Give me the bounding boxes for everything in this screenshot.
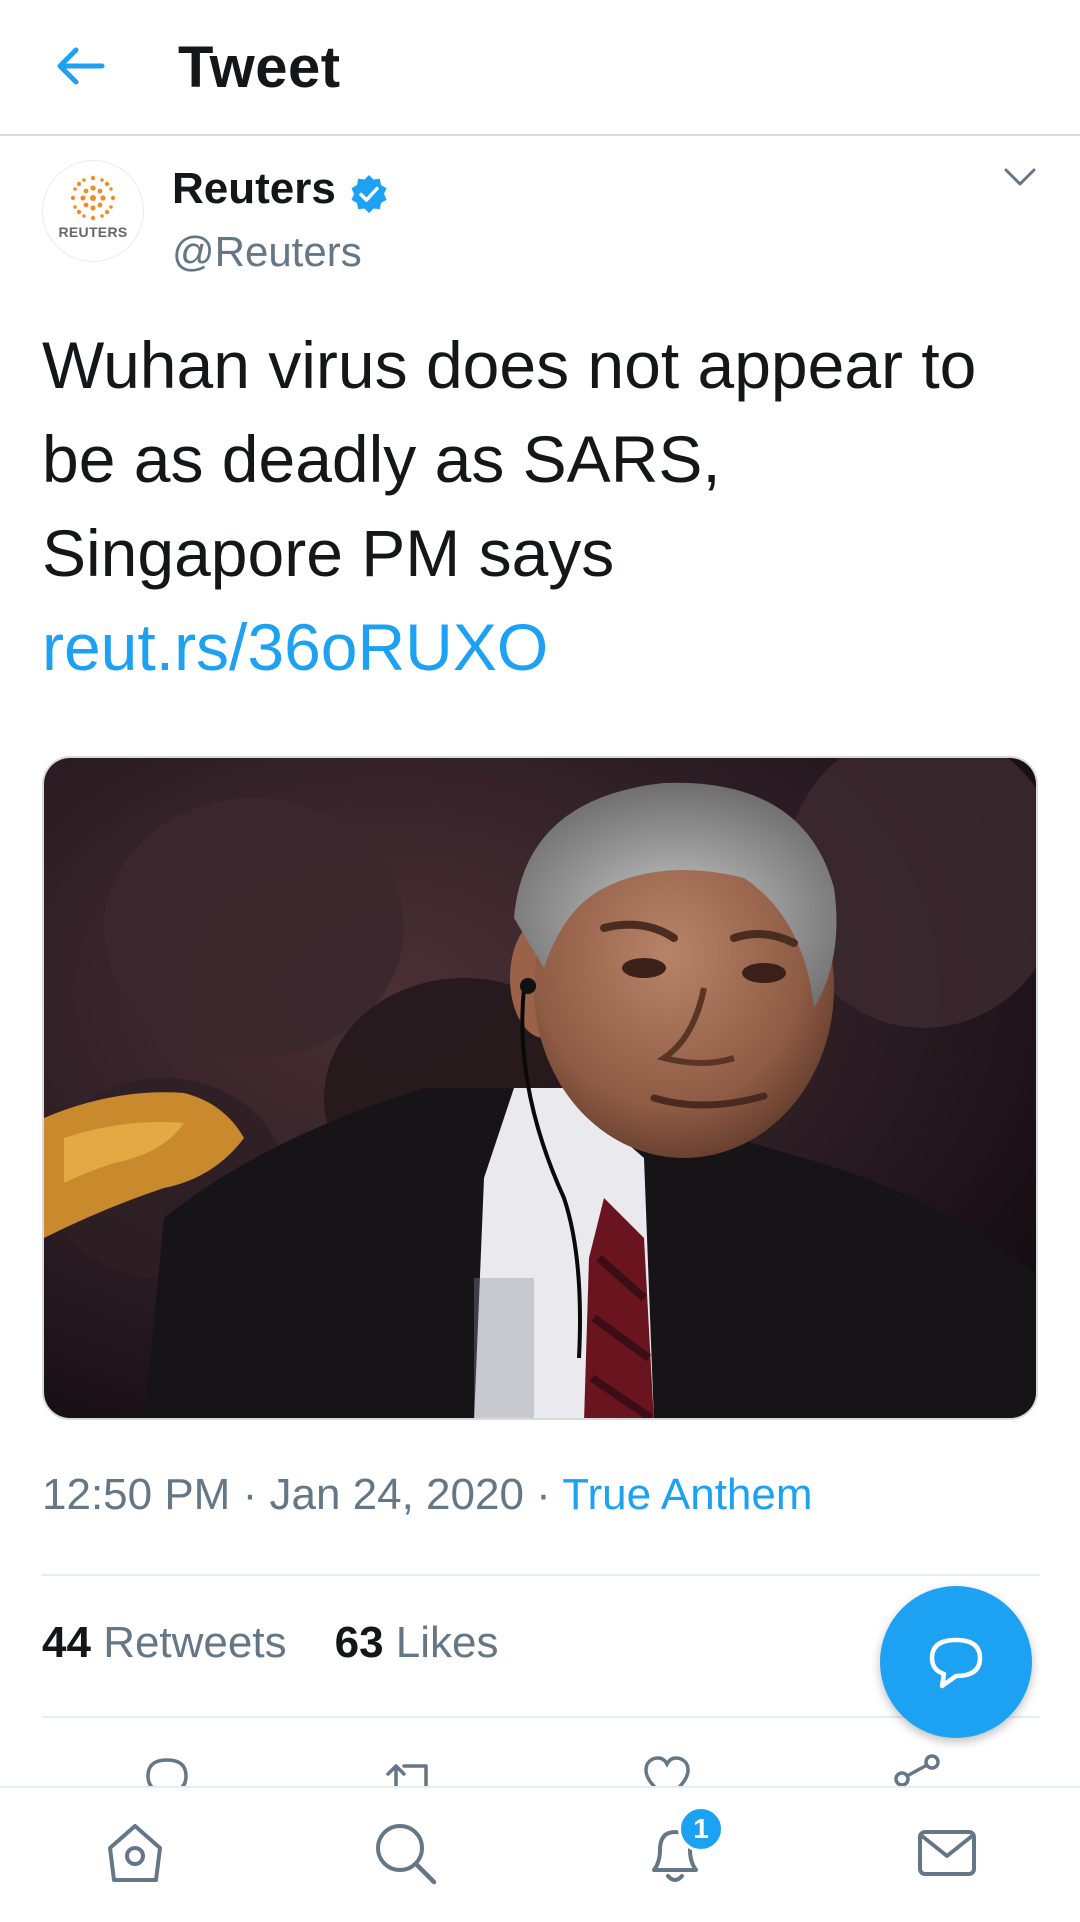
reply-icon[interactable]: [140, 1752, 194, 1788]
tweet-link[interactable]: reut.rs/36oRUXO: [42, 600, 1022, 694]
notification-badge: 1: [678, 1806, 724, 1852]
reuters-logo-icon: [70, 175, 116, 221]
compose-reply-button[interactable]: [880, 1586, 1032, 1738]
author-name[interactable]: Reuters: [172, 164, 336, 214]
meta-separator: ·: [242, 1470, 258, 1519]
retweets-label: Retweets: [103, 1618, 287, 1667]
retweets-stat[interactable]: 44 Retweets: [42, 1618, 287, 1667]
bottom-nav: 1: [0, 1786, 1080, 1922]
share-icon[interactable]: [890, 1752, 944, 1788]
likes-count: 63: [334, 1618, 384, 1667]
likes-stat[interactable]: 63 Likes: [335, 1618, 499, 1667]
logo-text: REUTERS: [58, 224, 128, 240]
tweet-text: Wuhan virus does not appear to be as dea…: [42, 318, 1022, 694]
avatar[interactable]: REUTERS: [42, 160, 144, 262]
like-icon[interactable]: [640, 1752, 694, 1788]
mail-icon[interactable]: [912, 1818, 982, 1888]
meta-separator: ·: [536, 1470, 551, 1519]
chevron-down-icon[interactable]: [1002, 166, 1038, 190]
tweet-date: Jan 24, 2020: [269, 1470, 524, 1519]
page-title: Tweet: [178, 35, 341, 100]
retweets-count: 44: [42, 1618, 91, 1667]
tweet-stats: 44 Retweets 63 Likes: [42, 1618, 499, 1668]
back-arrow-icon[interactable]: [52, 42, 106, 90]
divider: [42, 1716, 1040, 1718]
search-icon[interactable]: [370, 1818, 440, 1888]
compose-reply-icon: [929, 1637, 983, 1689]
tweet-photo[interactable]: [42, 756, 1038, 1420]
tweet-meta: 12:50 PM · Jan 24, 2020 · True Anthem: [42, 1470, 813, 1520]
likes-label: Likes: [395, 1618, 499, 1667]
tweet-source[interactable]: True Anthem: [562, 1470, 812, 1519]
notifications-button[interactable]: 1: [640, 1806, 724, 1888]
tweet-body: Wuhan virus does not appear to be as dea…: [42, 328, 977, 590]
verified-badge-icon: [351, 175, 387, 213]
home-icon[interactable]: [100, 1818, 170, 1888]
author-handle[interactable]: @Reuters: [172, 228, 362, 276]
top-app-bar: Tweet: [0, 0, 1080, 136]
tweet-time: 12:50 PM: [42, 1470, 231, 1519]
photo-image: [44, 758, 1036, 1418]
retweet-icon[interactable]: [384, 1752, 438, 1788]
divider: [42, 1574, 1040, 1576]
